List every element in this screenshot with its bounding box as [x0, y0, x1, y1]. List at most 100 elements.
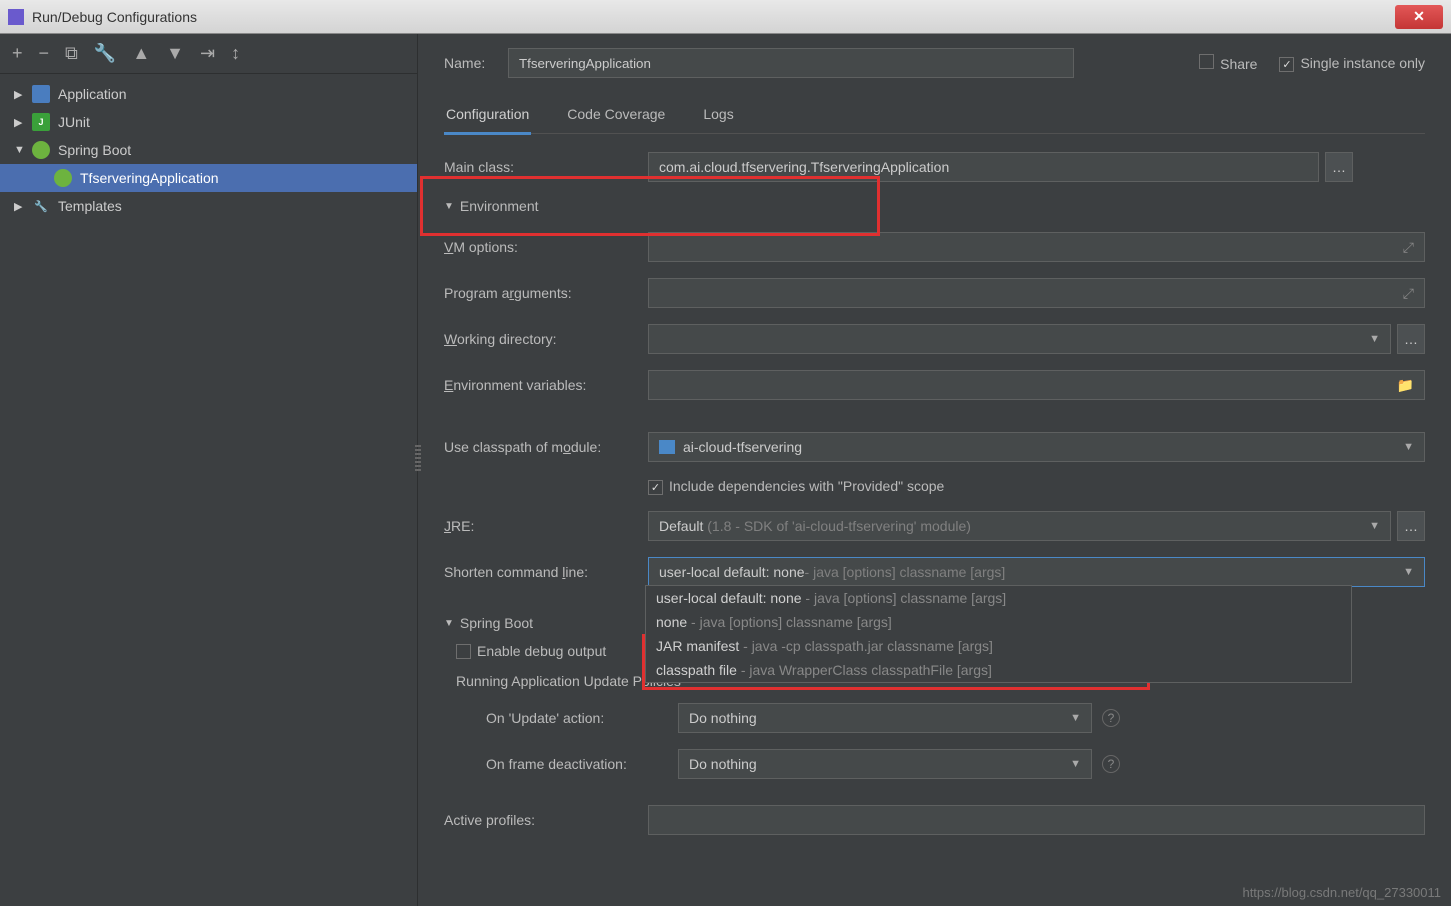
- env-vars-input[interactable]: 📁: [648, 370, 1425, 400]
- add-config-button[interactable]: +: [12, 43, 23, 64]
- spring-icon: [32, 141, 50, 159]
- on-update-dropdown[interactable]: Do nothing ▼: [678, 703, 1092, 733]
- environment-section[interactable]: ▼ Environment: [444, 198, 1425, 214]
- dropdown-option[interactable]: classpath file - java WrapperClass class…: [646, 658, 1351, 682]
- right-panel: Name: Share Single instance only Configu…: [418, 34, 1451, 906]
- on-frame-row: On frame deactivation: Do nothing ▼ ?: [486, 749, 1425, 779]
- shorten-dropdown-list: user-local default: none - java [options…: [645, 585, 1352, 683]
- shorten-dropdown[interactable]: user-local default: none - java [options…: [648, 557, 1425, 587]
- on-frame-label: On frame deactivation:: [486, 756, 678, 772]
- tabs: Configuration Code Coverage Logs: [444, 98, 1425, 134]
- program-args-input[interactable]: ⤢: [648, 278, 1425, 308]
- sort-button[interactable]: ↕: [231, 43, 240, 64]
- settings-button[interactable]: 🔧: [94, 43, 116, 64]
- dropdown-option[interactable]: user-local default: none - java [options…: [646, 586, 1351, 610]
- include-deps-row: Include dependencies with "Provided" sco…: [444, 478, 1425, 495]
- tree-item-junit[interactable]: ▶ J JUnit: [0, 108, 417, 136]
- main-class-row: Main class: com.ai.cloud.tfservering.Tfs…: [444, 152, 1425, 182]
- chevron-down-icon: ▼: [1403, 441, 1414, 453]
- splitter-handle[interactable]: [415, 445, 421, 471]
- tree-item-label: TfserveringApplication: [80, 170, 219, 186]
- single-instance-checkbox[interactable]: Single instance only: [1279, 55, 1425, 72]
- chevron-down-icon: ▼: [1403, 566, 1414, 578]
- move-down-button[interactable]: ▼: [166, 43, 184, 64]
- working-dir-input[interactable]: ▼: [648, 324, 1391, 354]
- expand-icon[interactable]: ⤢: [1403, 239, 1414, 256]
- move-up-button[interactable]: ▲: [132, 43, 150, 64]
- tab-code-coverage[interactable]: Code Coverage: [565, 98, 667, 133]
- expand-icon: ▶: [14, 88, 24, 101]
- jre-row: JRE: Default (1.8 - SDK of 'ai-cloud-tfs…: [444, 511, 1425, 541]
- program-args-row: Program arguments: ⤢: [444, 278, 1425, 308]
- env-vars-label: Environment variables:: [444, 377, 648, 393]
- tree-item-springboot[interactable]: ▼ Spring Boot: [0, 136, 417, 164]
- on-frame-dropdown[interactable]: Do nothing ▼: [678, 749, 1092, 779]
- help-icon[interactable]: ?: [1102, 755, 1120, 773]
- folder-icon[interactable]: 📁: [1397, 377, 1414, 394]
- checkbox-icon: [1199, 54, 1214, 69]
- tree-item-label: Spring Boot: [58, 142, 131, 158]
- name-row: Name: Share Single instance only: [444, 48, 1425, 78]
- on-update-label: On 'Update' action:: [486, 710, 678, 726]
- tab-configuration[interactable]: Configuration: [444, 98, 531, 135]
- classpath-row: Use classpath of module: ai-cloud-tfserv…: [444, 432, 1425, 462]
- close-button[interactable]: ✕: [1395, 5, 1443, 29]
- classpath-label: Use classpath of module:: [444, 439, 648, 455]
- config-toolbar: + − ⧉ 🔧 ▲ ▼ ⇥ ↕: [0, 34, 417, 74]
- window-title: Run/Debug Configurations: [32, 9, 1395, 25]
- classpath-dropdown[interactable]: ai-cloud-tfservering ▼: [648, 432, 1425, 462]
- name-input[interactable]: [508, 48, 1074, 78]
- title-bar: Run/Debug Configurations ✕: [0, 0, 1451, 34]
- help-icon[interactable]: ?: [1102, 709, 1120, 727]
- app-icon: [8, 9, 24, 25]
- program-args-label: Program arguments:: [444, 285, 648, 301]
- export-button[interactable]: ⇥: [200, 43, 215, 64]
- tree-item-label: Templates: [58, 198, 122, 214]
- tree-item-label: JUnit: [58, 114, 90, 130]
- module-icon: [659, 440, 675, 454]
- shorten-label: Shorten command line:: [444, 564, 648, 580]
- active-profiles-input[interactable]: [648, 805, 1425, 835]
- browse-working-dir-button[interactable]: …: [1397, 324, 1425, 354]
- dropdown-option[interactable]: none - java [options] classname [args]: [646, 610, 1351, 634]
- vm-options-label: VM options:: [444, 239, 648, 255]
- tree-item-tfservering[interactable]: TfserveringApplication: [0, 164, 417, 192]
- dropdown-option[interactable]: JAR manifest - java -cp classpath.jar cl…: [646, 634, 1351, 658]
- expand-icon[interactable]: ⤢: [1403, 285, 1414, 302]
- main-class-label: Main class:: [444, 159, 648, 175]
- chevron-down-icon: ▼: [1369, 520, 1380, 532]
- name-label: Name:: [444, 55, 508, 71]
- share-checkbox[interactable]: Share: [1199, 54, 1257, 72]
- junit-icon: J: [32, 113, 50, 131]
- working-dir-label: Working directory:: [444, 331, 648, 347]
- checkbox-icon: [456, 644, 471, 659]
- wrench-icon: 🔧: [32, 197, 50, 215]
- expand-icon: ▶: [14, 116, 24, 129]
- chevron-down-icon: ▼: [1070, 712, 1081, 724]
- main-class-input[interactable]: com.ai.cloud.tfservering.TfserveringAppl…: [648, 152, 1319, 182]
- tab-logs[interactable]: Logs: [701, 98, 735, 133]
- browse-jre-button[interactable]: …: [1397, 511, 1425, 541]
- active-profiles-row: Active profiles:: [444, 805, 1425, 835]
- include-deps-checkbox[interactable]: Include dependencies with "Provided" sco…: [648, 478, 944, 495]
- config-tree: ▶ Application ▶ J JUnit ▼ Spring Boot Tf…: [0, 74, 417, 226]
- tree-item-application[interactable]: ▶ Application: [0, 80, 417, 108]
- collapse-icon: ▼: [444, 618, 454, 629]
- vm-options-input[interactable]: ⤢: [648, 232, 1425, 262]
- chevron-down-icon: ▼: [1369, 333, 1380, 345]
- env-vars-row: Environment variables: 📁: [444, 370, 1425, 400]
- jre-dropdown[interactable]: Default (1.8 - SDK of 'ai-cloud-tfserver…: [648, 511, 1391, 541]
- browse-main-class-button[interactable]: …: [1325, 152, 1353, 182]
- chevron-down-icon: ▼: [1070, 758, 1081, 770]
- remove-config-button[interactable]: −: [39, 43, 50, 64]
- tree-item-templates[interactable]: ▶ 🔧 Templates: [0, 192, 417, 220]
- on-update-row: On 'Update' action: Do nothing ▼ ?: [486, 703, 1425, 733]
- working-dir-row: Working directory: ▼ …: [444, 324, 1425, 354]
- expand-icon: ▶: [14, 200, 24, 213]
- application-icon: [32, 85, 50, 103]
- vm-options-row: VM options: ⤢: [444, 232, 1425, 262]
- copy-config-button[interactable]: ⧉: [65, 43, 78, 64]
- watermark: https://blog.csdn.net/qq_27330011: [1242, 885, 1441, 900]
- tree-item-label: Application: [58, 86, 127, 102]
- checkbox-icon: [648, 480, 663, 495]
